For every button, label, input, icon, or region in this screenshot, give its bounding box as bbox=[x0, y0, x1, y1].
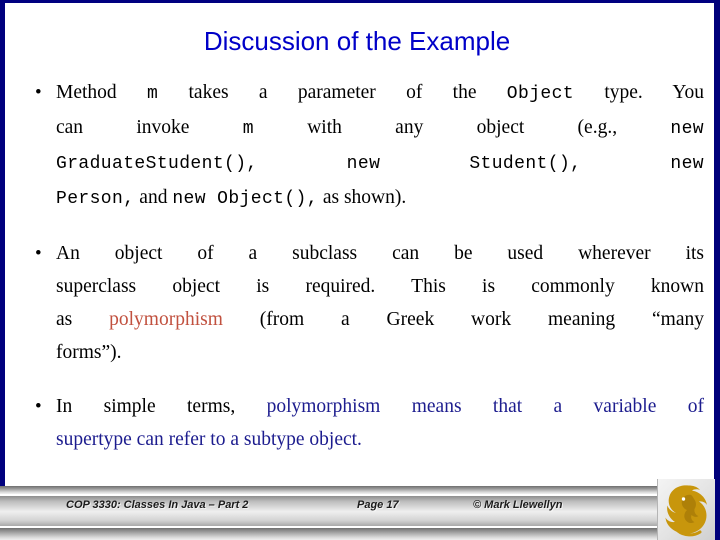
text-line: superclass object is required. This is c… bbox=[56, 270, 704, 303]
footer-course-label: COP 3330: Classes In Java – Part 2 bbox=[66, 499, 249, 511]
text-line: Method m takes a parameter of the Object… bbox=[56, 76, 704, 111]
text-span: polymorphism bbox=[109, 309, 223, 330]
text-span: and bbox=[134, 187, 173, 208]
text-span: In simple terms, bbox=[56, 396, 267, 417]
text-span: takes a parameter of the bbox=[158, 82, 507, 103]
footer-copyright: © Mark Llewellyn bbox=[473, 499, 563, 511]
text-line: as polymorphism (from a Greek work meani… bbox=[56, 303, 704, 336]
bullet-marker: • bbox=[35, 82, 42, 103]
footer-page-number: Page 17 bbox=[357, 499, 399, 511]
slide-left-border bbox=[0, 0, 5, 486]
bullet-marker: • bbox=[35, 396, 42, 417]
bullet-text: Method m takes a parameter of the Object… bbox=[56, 76, 704, 216]
slide-right-border bbox=[714, 0, 720, 540]
slide-footer: COP 3330: Classes In Java – Part 2 Page … bbox=[0, 486, 714, 540]
bullet-text: An object of a subclass can be used wher… bbox=[56, 237, 704, 369]
text-span: polymorphism means that a variable of bbox=[266, 396, 704, 417]
slide-canvas: Discussion of the Example • Method m take… bbox=[0, 0, 720, 540]
text-line: In simple terms, polymorphism means that… bbox=[56, 390, 704, 423]
slide-top-border bbox=[0, 0, 720, 3]
bullet-item: • An object of a subclass can be used whe… bbox=[14, 237, 704, 369]
text-line: can invoke m with any object (e.g., new bbox=[56, 111, 704, 146]
bullet-item: • Method m takes a parameter of the Objec… bbox=[14, 76, 704, 216]
pegasus-icon bbox=[665, 485, 707, 537]
text-line: supertype can refer to a subtype object. bbox=[56, 423, 704, 456]
text-span: superclass object is required. This is c… bbox=[56, 276, 704, 297]
text-span: as shown). bbox=[317, 187, 407, 208]
ucf-pegasus-logo bbox=[657, 479, 715, 540]
code-span: new bbox=[670, 119, 704, 139]
code-span: Person, bbox=[56, 189, 135, 209]
code-span: m bbox=[242, 119, 254, 139]
text-span: forms”). bbox=[56, 342, 122, 363]
text-line: Person, and new Object(), as shown). bbox=[56, 181, 704, 216]
text-span: as bbox=[56, 309, 110, 330]
text-span: An object of a subclass can be used wher… bbox=[56, 243, 704, 264]
text-line: GraduateStudent(), new Student(), new bbox=[56, 146, 704, 181]
text-span: (from a Greek work meaning “many bbox=[222, 309, 705, 330]
bullet-text: In simple terms, polymorphism means that… bbox=[56, 390, 704, 456]
text-span: type. You bbox=[574, 82, 704, 103]
text-span: with any object (e.g., bbox=[253, 117, 671, 138]
bullet-item: • In simple terms, polymorphism means tha… bbox=[14, 390, 704, 456]
text-line: An object of a subclass can be used wher… bbox=[56, 237, 704, 270]
code-span: Object bbox=[506, 84, 575, 104]
text-span: supertype can refer to a subtype object. bbox=[56, 429, 362, 450]
bullet-marker: • bbox=[35, 243, 42, 264]
slide-body: • Method m takes a parameter of the Objec… bbox=[14, 76, 704, 456]
text-span: can invoke bbox=[56, 117, 243, 138]
footer-upper-rule bbox=[0, 486, 714, 494]
code-span: GraduateStudent(), new Student(), new bbox=[56, 154, 704, 174]
page-title: Discussion of the Example bbox=[203, 26, 511, 56]
text-span: Method bbox=[56, 82, 147, 103]
text-line: forms”). bbox=[56, 336, 704, 369]
code-span: new Object(), bbox=[172, 189, 318, 209]
code-span: m bbox=[146, 84, 159, 104]
footer-lower-rule bbox=[0, 528, 714, 540]
